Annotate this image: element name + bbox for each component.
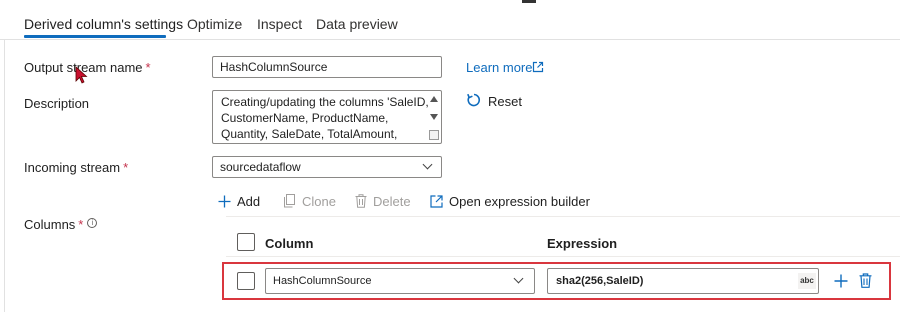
learn-more-link[interactable]: Learn more <box>466 60 532 75</box>
open-expression-builder-button[interactable]: Open expression builder <box>430 192 590 210</box>
columns-label: Columns * i <box>24 217 98 232</box>
plus-icon <box>218 195 231 207</box>
expression-header: Expression <box>547 236 618 251</box>
mouse-cursor-icon <box>75 66 88 84</box>
chevron-down-icon <box>513 273 524 284</box>
tab-derived-column-settings[interactable]: Derived column's settings <box>24 15 183 33</box>
output-stream-name-input[interactable]: HashColumnSource <box>212 56 442 78</box>
select-all-checkbox[interactable] <box>237 233 255 251</box>
clone-label: Clone <box>302 193 336 209</box>
external-link-icon[interactable] <box>532 61 544 73</box>
description-textarea[interactable]: Creating/updating the columns 'SaleID, C… <box>212 90 442 144</box>
panel-resize-handle[interactable] <box>522 0 536 3</box>
description-text: Creating/updating the columns 'SaleID, C… <box>221 95 429 141</box>
scroll-up-icon[interactable] <box>430 96 438 102</box>
tab-inspect[interactable]: Inspect <box>257 15 302 33</box>
delete-column-button[interactable]: Delete <box>355 192 411 210</box>
add-row-icon[interactable] <box>834 274 848 288</box>
incoming-stream-dropdown[interactable]: sourcedataflow <box>212 156 442 178</box>
expression-input[interactable]: sha2(256,SaleID) abc <box>547 268 819 294</box>
reset-icon[interactable] <box>466 92 482 108</box>
row-checkbox[interactable] <box>237 272 255 290</box>
delete-row-icon[interactable] <box>859 273 872 288</box>
required-marker: * <box>78 217 84 232</box>
incoming-stream-label: Incoming stream * <box>24 160 128 175</box>
open-expression-builder-label: Open expression builder <box>449 193 590 209</box>
delete-label: Delete <box>373 193 411 209</box>
clone-icon <box>284 194 295 208</box>
column-header: Column <box>265 236 314 251</box>
required-marker: * <box>123 160 129 175</box>
add-column-button[interactable]: Add <box>218 192 260 210</box>
scroll-down-icon[interactable] <box>430 114 438 120</box>
tab-optimize[interactable]: Optimize <box>187 15 242 33</box>
tab-data-preview[interactable]: Data preview <box>316 15 398 33</box>
reset-button[interactable]: Reset <box>488 94 522 109</box>
chevron-down-icon <box>422 159 433 170</box>
toolbar-separator <box>226 216 900 217</box>
incoming-stream-label-text: Incoming stream <box>24 160 121 175</box>
panel-divider <box>4 40 5 312</box>
clone-column-button[interactable]: Clone <box>283 192 336 210</box>
resize-grip-icon[interactable] <box>429 130 439 140</box>
add-label: Add <box>237 193 261 209</box>
active-tab-indicator <box>24 35 166 38</box>
external-link-icon <box>430 194 443 208</box>
description-label: Description <box>24 96 90 111</box>
columns-label-text: Columns <box>24 217 76 232</box>
grid-header-divider <box>226 256 900 257</box>
incoming-stream-value: sourcedataflow <box>220 160 301 174</box>
required-marker: * <box>145 60 151 75</box>
column-name-dropdown[interactable]: HashColumnSource <box>265 268 535 294</box>
description-scrollbar[interactable] <box>428 92 440 142</box>
expression-value: sha2(256,SaleID) <box>556 275 644 287</box>
info-icon[interactable]: i <box>87 218 98 228</box>
column-name-value: HashColumnSource <box>273 275 372 287</box>
string-type-badge: abc <box>798 273 816 289</box>
trash-icon <box>355 194 367 208</box>
